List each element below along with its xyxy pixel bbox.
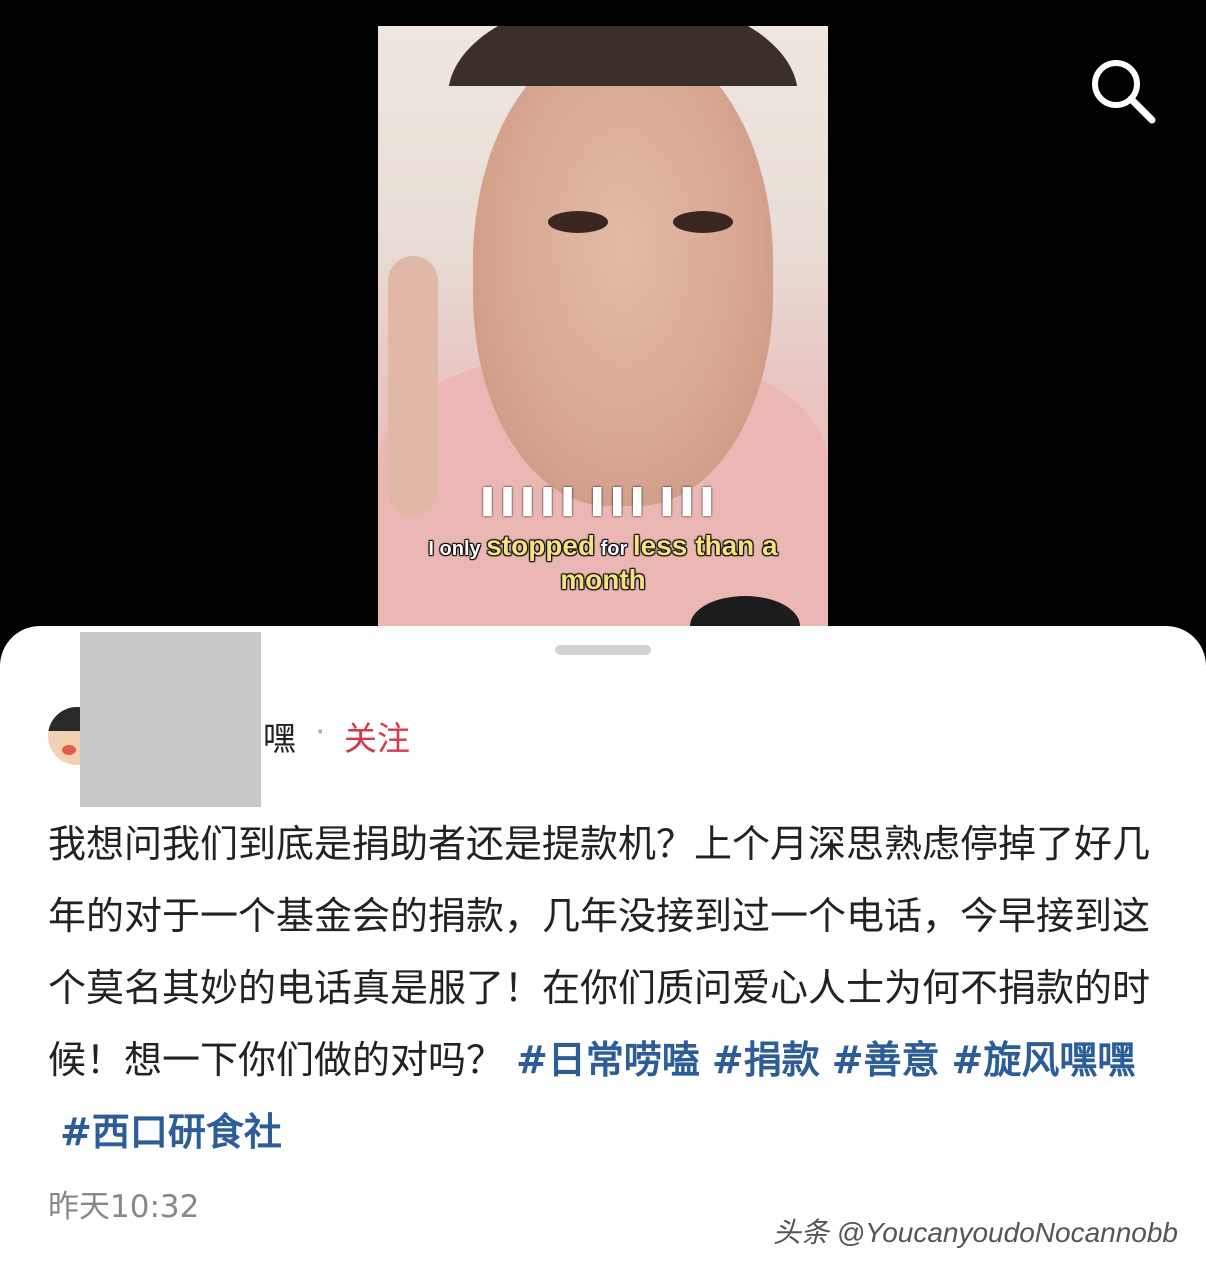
separator-dot: · bbox=[315, 712, 326, 751]
drag-handle[interactable] bbox=[555, 645, 651, 655]
search-icon[interactable] bbox=[1086, 54, 1158, 126]
video-player[interactable]: ▌▌▌▌▌ ▌▌▌ ▌▌▌ I only stopped for less th… bbox=[378, 26, 828, 626]
post-body: 我想问我们到底是捐助者还是提款机？上个月深思熟虑停掉了好几年的对于一个基金会的捐… bbox=[48, 808, 1168, 1168]
watermark: 头条 @YoucanyoudoNocannobb bbox=[772, 1217, 1178, 1248]
subtitle-word: less than a bbox=[632, 530, 778, 561]
subtitle-word: for bbox=[595, 538, 633, 560]
hashtag[interactable]: #旋风嘿嘿 bbox=[952, 1038, 1136, 1082]
author-name[interactable]: 嘿 bbox=[263, 712, 296, 760]
video-eye-left bbox=[548, 211, 608, 233]
video-hand bbox=[388, 256, 438, 516]
avatar-cheek bbox=[62, 745, 76, 755]
hashtag[interactable]: #捐款 bbox=[712, 1038, 820, 1082]
subtitle-word: stopped bbox=[486, 530, 596, 561]
video-subtitle-hidden: ▌▌▌▌▌ ▌▌▌ ▌▌▌ bbox=[483, 488, 723, 515]
video-face bbox=[473, 36, 773, 506]
post-timestamp: 昨天10:32 bbox=[48, 1189, 200, 1225]
video-subtitle: I only stopped for less than a month bbox=[398, 531, 808, 599]
redacted-username bbox=[80, 632, 261, 807]
video-eye-right bbox=[673, 211, 733, 233]
post-sheet: 嘿 · 关注 我想问我们到底是捐助者还是提款机？上个月深思熟虑停掉了好几年的对于… bbox=[0, 626, 1206, 1271]
hashtag[interactable]: #西口研食社 bbox=[60, 1110, 282, 1154]
subtitle-line-2: month bbox=[560, 564, 646, 595]
follow-button[interactable]: 关注 bbox=[344, 712, 410, 760]
subtitle-word: I only bbox=[428, 538, 487, 560]
hashtag[interactable]: #日常唠嗑 bbox=[516, 1038, 700, 1082]
hashtag[interactable]: #善意 bbox=[832, 1038, 940, 1082]
